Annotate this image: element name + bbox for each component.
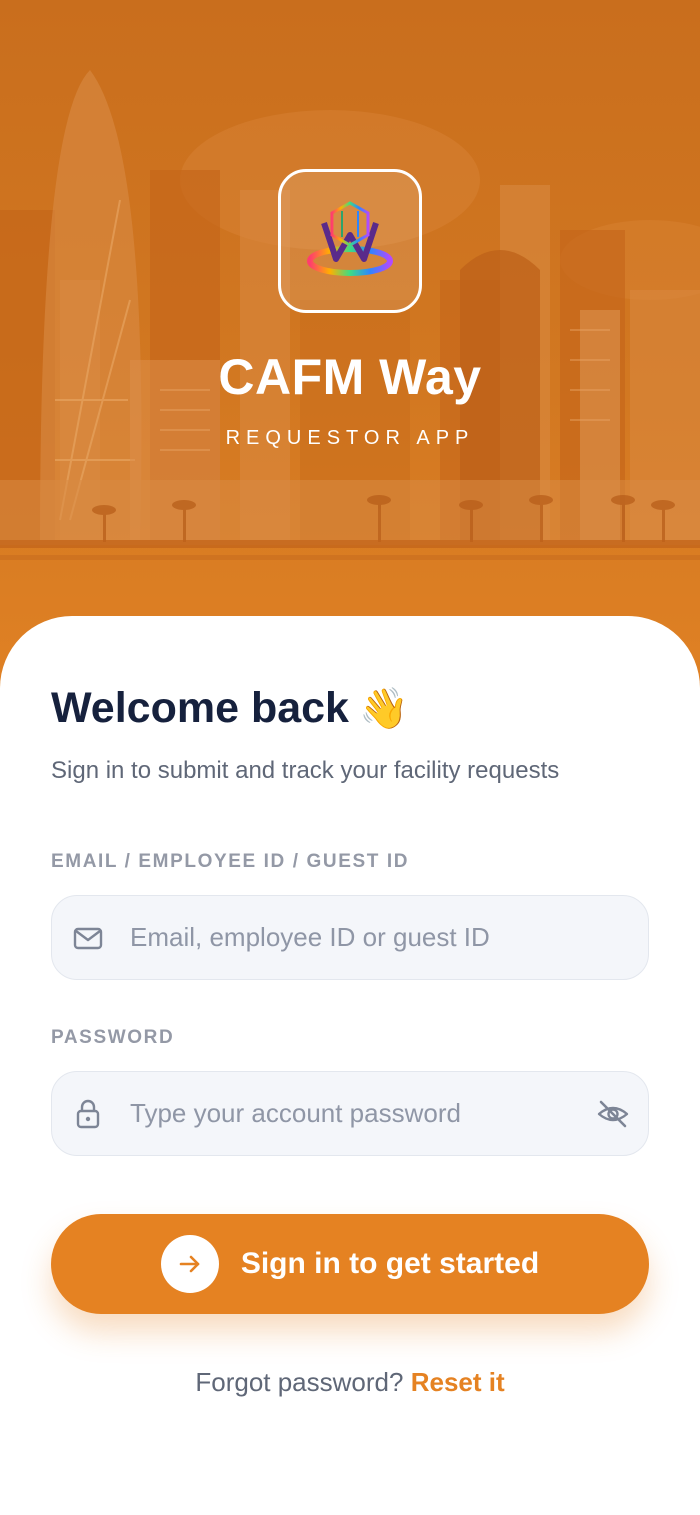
app-logo [278,169,422,313]
hero-banner: CAFM Way REQUESTOR APP [0,0,700,700]
eye-off-icon[interactable] [596,1097,630,1131]
email-field-label: EMAIL / EMPLOYEE ID / GUEST ID [51,851,410,872]
mail-icon [73,927,103,950]
welcome-heading: Welcome back 👋 [51,684,409,733]
password-input[interactable] [130,1072,590,1154]
sign-in-button[interactable]: Sign in to get started [51,1214,649,1314]
sign-in-icon-circle [160,1235,219,1293]
welcome-subtitle: Sign in to submit and track your facilit… [51,757,560,784]
lock-icon [76,1099,100,1129]
waving-hand-icon: 👋 [358,687,409,731]
app-subtitle: REQUESTOR APP [225,427,475,449]
password-field-label: PASSWORD [51,1027,175,1048]
arrow-right-icon [179,1255,200,1273]
welcome-title: Welcome back [51,684,349,732]
cafm-way-logo-icon [307,201,393,276]
email-field[interactable] [51,895,649,980]
email-input[interactable] [130,896,590,978]
sign-in-button-label: Sign in to get started [240,1247,540,1280]
forgot-password-text: Forgot password? [195,1367,404,1397]
reset-password-link[interactable]: Reset it [411,1367,505,1397]
forgot-password-row: Forgot password? Reset it [0,1367,700,1398]
password-field[interactable] [51,1071,649,1156]
app-title: CAFM Way [218,349,482,405]
